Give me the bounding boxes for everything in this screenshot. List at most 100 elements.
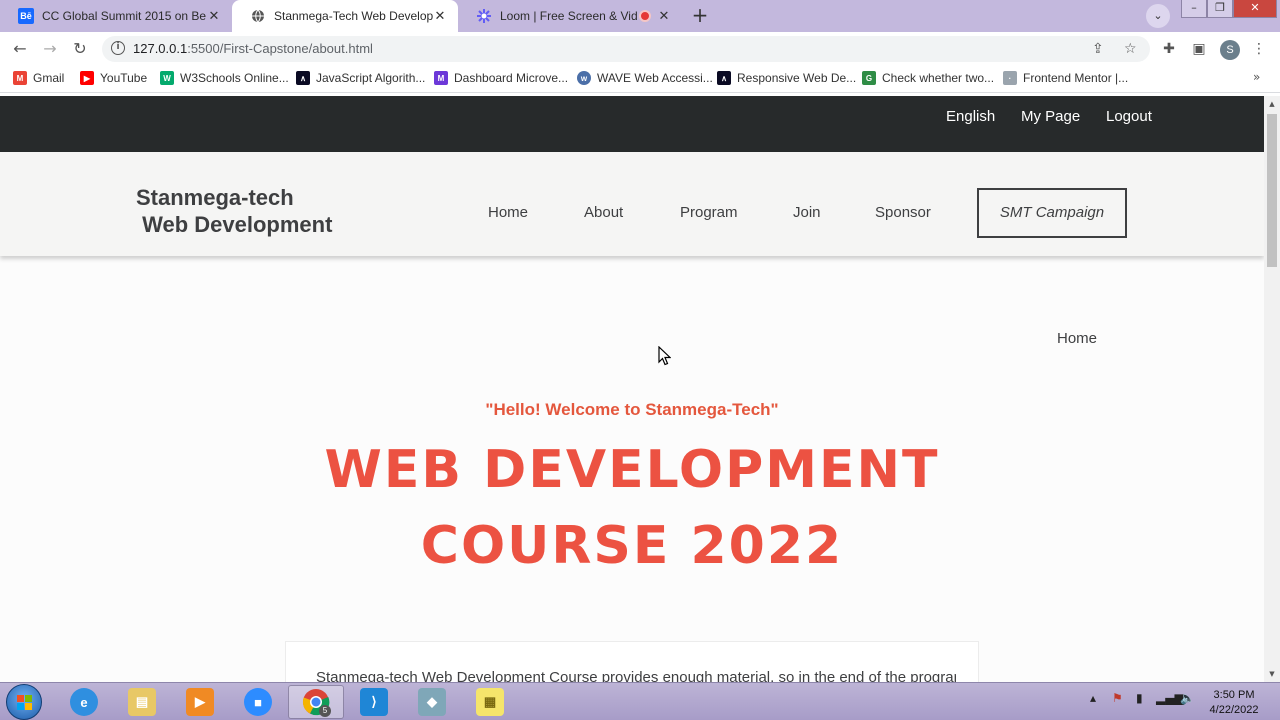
extensions-icon[interactable]: ✚ <box>1158 39 1180 61</box>
menu-icon[interactable]: ⋮ <box>1248 39 1270 61</box>
bookmark-js-algorithms[interactable]: ∧ JavaScript Algorith... <box>296 71 425 85</box>
bookmark-star-icon[interactable]: ☆ <box>1124 41 1137 57</box>
file-explorer-icon[interactable]: ▤ <box>114 685 170 719</box>
back-icon[interactable]: ← <box>8 37 32 61</box>
url-host: 127.0.0.1 <box>133 41 188 56</box>
address-bar[interactable]: i 127.0.0.1:5500/First-Capstone/about.ht… <box>102 36 1150 62</box>
url-text[interactable]: 127.0.0.1:5500/First-Capstone/about.html <box>133 41 373 56</box>
behance-icon: Bē <box>18 8 34 24</box>
bookmark-label: YouTube <box>100 71 148 85</box>
battery-icon[interactable]: ▮ <box>1136 691 1143 705</box>
tab-behance[interactable]: Bē CC Global Summit 2015 on Behance ✕ <box>0 0 232 32</box>
action-center-icon[interactable]: ⚑ <box>1112 691 1123 705</box>
bookmark-responsive-web[interactable]: ∧ Responsive Web De... <box>717 71 856 85</box>
bookmark-label: Responsive Web De... <box>737 71 857 85</box>
internet-explorer-icon[interactable]: e <box>56 685 112 719</box>
bookmark-microverse[interactable]: M Dashboard Microve... <box>434 71 568 85</box>
share-icon[interactable]: ⇪ <box>1092 41 1104 57</box>
logo-line-2: Web Development <box>136 212 333 237</box>
bookmark-frontend-mentor[interactable]: · Frontend Mentor |... <box>1003 71 1128 85</box>
site-info-icon[interactable]: i <box>111 41 125 55</box>
bookmark-gmail[interactable]: M Gmail <box>13 71 64 85</box>
zoom-icon[interactable]: ■ <box>230 685 286 719</box>
headline-line-2: COURSE 2022 <box>420 516 844 576</box>
show-hidden-icons[interactable]: ▴ <box>1090 691 1096 705</box>
mouse-cursor-icon <box>658 346 671 366</box>
breadcrumb-home[interactable]: Home <box>1057 330 1097 347</box>
scroll-up-icon[interactable]: ▲ <box>1267 99 1277 109</box>
bookmark-label: Frontend Mentor |... <box>1023 71 1129 85</box>
restore-icon[interactable]: ❐ <box>1207 0 1233 18</box>
w3schools-icon: W <box>160 71 174 85</box>
clock-time: 3:50 PM <box>1213 689 1255 701</box>
browser-tab-strip: Bē CC Global Summit 2015 on Behance ✕ St… <box>0 0 1280 32</box>
windows-logo-icon <box>17 695 33 711</box>
close-tab-icon[interactable]: ✕ <box>656 8 672 24</box>
bookmark-wave[interactable]: w WAVE Web Accessi... <box>577 71 713 85</box>
bookmark-label: Gmail <box>33 71 65 85</box>
minimize-icon[interactable]: – <box>1181 0 1207 18</box>
tab-loom[interactable]: Loom | Free Screen & Video Recording ✕ <box>458 0 682 32</box>
start-button[interactable] <box>6 684 42 720</box>
volume-icon[interactable]: 🔈 <box>1180 691 1195 705</box>
side-panel-icon[interactable]: ▣ <box>1188 39 1210 61</box>
bookmark-youtube[interactable]: ▶ YouTube <box>80 71 147 85</box>
link-logout[interactable]: Logout <box>1106 108 1152 125</box>
vscode-icon[interactable]: ⟩ <box>346 685 402 719</box>
tab-title: Stanmega-Tech Web Development <box>274 9 434 23</box>
freecodecamp-icon: ∧ <box>296 71 310 85</box>
recording-indicator-icon <box>639 10 651 22</box>
tab-title: CC Global Summit 2015 on Behance <box>42 9 206 23</box>
loom-icon <box>476 8 492 24</box>
bookmark-w3schools[interactable]: W W3Schools Online... <box>160 71 289 85</box>
freecodecamp-icon: ∧ <box>717 71 731 85</box>
profile-avatar[interactable]: S <box>1220 40 1240 60</box>
media-player-icon[interactable]: ▶ <box>172 685 228 719</box>
app-icon[interactable]: ◆ <box>404 685 460 719</box>
top-utility-bar: English My Page Logout <box>0 96 1264 152</box>
bookmark-label: JavaScript Algorith... <box>316 71 426 85</box>
intro-text: Stanmega-tech Web Development Course pro… <box>316 669 956 682</box>
site-logo[interactable]: Stanmega-tech Web Development <box>136 184 332 238</box>
gmail-icon: M <box>13 71 27 85</box>
close-window-icon[interactable]: ✕ <box>1233 0 1277 18</box>
browser-toolbar: ← → ↻ i 127.0.0.1:5500/First-Capstone/ab… <box>0 32 1280 66</box>
nav-program[interactable]: Program <box>680 204 738 221</box>
new-tab-button[interactable]: + <box>688 4 712 28</box>
system-clock[interactable]: 3:50 PM 4/22/2022 <box>1204 688 1264 718</box>
close-tab-icon[interactable]: ✕ <box>432 8 448 24</box>
tab-search-icon[interactable]: ⌄ <box>1146 4 1170 28</box>
nav-about[interactable]: About <box>584 204 623 221</box>
page-headline: WEB DEVELOPMENT COURSE 2022 <box>0 432 1264 584</box>
nav-join[interactable]: Join <box>793 204 821 221</box>
welcome-greeting: "Hello! Welcome to Stanmega-Tech" <box>485 400 779 419</box>
page-scrollbar[interactable]: ▲ ▼ <box>1264 96 1280 682</box>
chrome-window-count: 5 <box>319 705 331 717</box>
bookmark-geeksforgeeks[interactable]: G Check whether two... <box>862 71 994 85</box>
sticky-notes-icon[interactable]: ▦ <box>462 685 518 719</box>
microverse-icon: M <box>434 71 448 85</box>
nav-home[interactable]: Home <box>488 204 528 221</box>
tab-title: Loom | Free Screen & Video Recording <box>500 9 638 23</box>
forward-icon[interactable]: → <box>38 37 62 61</box>
nav-sponsor[interactable]: Sponsor <box>875 204 931 221</box>
tab-stanmega[interactable]: Stanmega-Tech Web Development ✕ <box>232 0 458 32</box>
link-english[interactable]: English <box>946 108 995 125</box>
link-my-page[interactable]: My Page <box>1021 108 1080 125</box>
bookmark-label: Dashboard Microve... <box>454 71 569 85</box>
bookmark-label: W3Schools Online... <box>180 71 289 85</box>
window-controls: – ❐ ✕ <box>1181 0 1277 18</box>
bookmark-label: WAVE Web Accessi... <box>597 71 713 85</box>
reload-icon[interactable]: ↻ <box>68 37 92 61</box>
close-tab-icon[interactable]: ✕ <box>206 8 222 24</box>
scroll-down-icon[interactable]: ▼ <box>1267 669 1277 679</box>
bookmark-label: Check whether two... <box>882 71 995 85</box>
web-page: English My Page Logout Stanmega-tech Web… <box>0 96 1264 682</box>
scrollbar-thumb[interactable] <box>1267 114 1277 267</box>
more-bookmarks-icon[interactable]: » <box>1253 70 1260 84</box>
intro-card: Stanmega-tech Web Development Course pro… <box>285 641 979 682</box>
url-path: :5500/First-Capstone/about.html <box>187 41 373 56</box>
geeksforgeeks-icon: G <box>862 71 876 85</box>
smt-campaign-button[interactable]: SMT Campaign <box>977 188 1127 238</box>
chrome-icon[interactable]: 5 <box>288 685 344 719</box>
